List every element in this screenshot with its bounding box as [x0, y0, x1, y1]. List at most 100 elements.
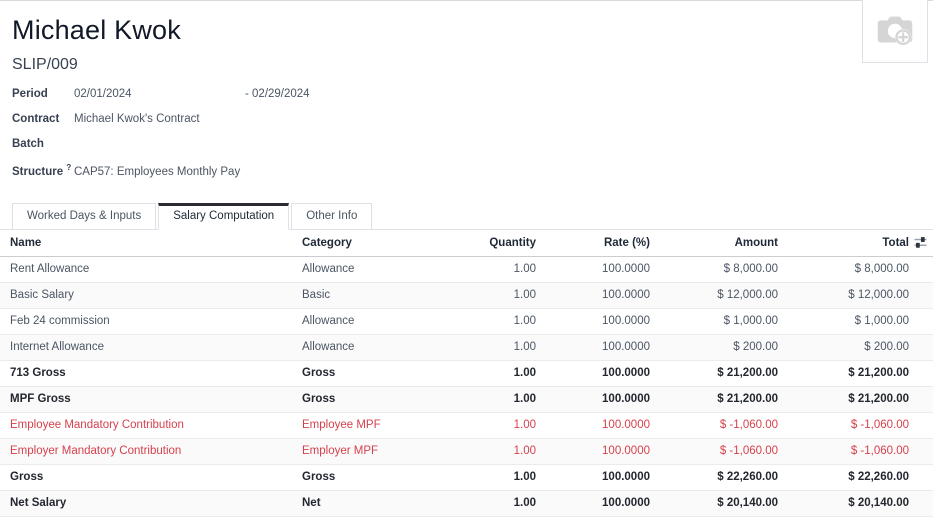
salary-line-row[interactable]: Employee Mandatory Contribution Employee…: [0, 412, 933, 438]
field-group: Period 02/01/2024 - 02/29/2024 Contract …: [12, 88, 921, 188]
cell-category: Employer MPF: [292, 438, 458, 464]
salary-computation-table: Name Category Quantity Rate (%) Amount T…: [0, 230, 933, 523]
cell-amount: $ 22,260.00: [652, 464, 780, 490]
cell-rate: 100.0000: [538, 308, 652, 334]
cell-quantity: 1.00: [458, 516, 538, 523]
cell-spacer: [911, 516, 933, 523]
cell-amount: $ 21,200.00: [652, 386, 780, 412]
cell-amount: $ 200.00: [652, 334, 780, 360]
cell-name[interactable]: MPF Gross: [0, 386, 292, 412]
tab-salary-computation[interactable]: Salary Computation: [158, 203, 289, 230]
contract-label: Contract: [12, 113, 74, 125]
cell-category: Gross: [292, 386, 458, 412]
camera-plus-icon: [872, 7, 918, 53]
cell-spacer: [911, 360, 933, 386]
salary-line-row[interactable]: 713 Gross Gross 1.00 100.0000 $ 21,200.0…: [0, 360, 933, 386]
cell-rate: 100.0000: [538, 516, 652, 523]
salary-table-body: Rent Allowance Allowance 1.00 100.0000 $…: [0, 256, 933, 523]
cell-quantity: 1.00: [458, 256, 538, 282]
salary-line-row[interactable]: Basic Salary Basic 1.00 100.0000 $ 12,00…: [0, 282, 933, 308]
cell-total: $ 12,000.00: [780, 282, 911, 308]
optional-columns-toggle-icon[interactable]: [914, 236, 927, 249]
cell-category: Autopay: [292, 516, 458, 523]
cell-amount: $ 1,000.00: [652, 308, 780, 334]
salary-line-row[interactable]: Internet Allowance Allowance 1.00 100.00…: [0, 334, 933, 360]
salary-line-row[interactable]: Gross Gross 1.00 100.0000 $ 22,260.00 $ …: [0, 464, 933, 490]
period-to-input[interactable]: - 02/29/2024: [245, 88, 310, 100]
cell-quantity: 1.00: [458, 438, 538, 464]
cell-amount: $ 20,140.00: [652, 516, 780, 523]
cell-name[interactable]: Employer Mandatory Contribution: [0, 438, 292, 464]
optional-columns-header: [911, 230, 933, 256]
cell-name[interactable]: Net Salary: [0, 490, 292, 516]
cell-rate: 100.0000: [538, 256, 652, 282]
cell-name[interactable]: Internet Allowance: [0, 334, 292, 360]
cell-name[interactable]: Rent Allowance: [0, 256, 292, 282]
cell-total: $ 20,140.00: [780, 490, 911, 516]
col-header-total[interactable]: Total: [780, 230, 911, 256]
period-from-input[interactable]: 02/01/2024: [74, 88, 245, 100]
col-header-name[interactable]: Name: [0, 230, 292, 256]
salary-line-row[interactable]: Monthly End Autopay Autopay 1.00 100.000…: [0, 516, 933, 523]
salary-line-row[interactable]: Feb 24 commission Allowance 1.00 100.000…: [0, 308, 933, 334]
field-structure: Structure ? CAP57: Employees Monthly Pay: [12, 163, 921, 188]
notebook-tabs: Worked Days & Inputs Salary Computation …: [0, 200, 933, 230]
cell-rate: 100.0000: [538, 334, 652, 360]
tab-worked-days-inputs[interactable]: Worked Days & Inputs: [12, 203, 156, 230]
period-label: Period: [12, 88, 74, 100]
salary-line-row[interactable]: MPF Gross Gross 1.00 100.0000 $ 21,200.0…: [0, 386, 933, 412]
cell-quantity: 1.00: [458, 386, 538, 412]
structure-input[interactable]: CAP57: Employees Monthly Pay: [74, 166, 240, 178]
cell-category: Net: [292, 490, 458, 516]
salary-line-row[interactable]: Rent Allowance Allowance 1.00 100.0000 $…: [0, 256, 933, 282]
col-header-category[interactable]: Category: [292, 230, 458, 256]
cell-rate: 100.0000: [538, 386, 652, 412]
structure-label: Structure ?: [12, 163, 74, 178]
cell-name[interactable]: Gross: [0, 464, 292, 490]
cell-rate: 100.0000: [538, 360, 652, 386]
salary-line-row[interactable]: Employer Mandatory Contribution Employer…: [0, 438, 933, 464]
cell-quantity: 1.00: [458, 334, 538, 360]
cell-spacer: [911, 282, 933, 308]
cell-name[interactable]: Basic Salary: [0, 282, 292, 308]
cell-amount: $ 21,200.00: [652, 360, 780, 386]
employee-photo-upload[interactable]: [862, 0, 928, 63]
cell-total: $ 21,200.00: [780, 386, 911, 412]
cell-total: $ 22,260.00: [780, 464, 911, 490]
cell-quantity: 1.00: [458, 308, 538, 334]
cell-total: $ 1,000.00: [780, 308, 911, 334]
cell-amount: $ -1,060.00: [652, 438, 780, 464]
cell-category: Allowance: [292, 256, 458, 282]
col-header-rate[interactable]: Rate (%): [538, 230, 652, 256]
field-batch: Batch: [12, 138, 921, 163]
cell-amount: $ 8,000.00: [652, 256, 780, 282]
cell-rate: 100.0000: [538, 282, 652, 308]
cell-amount: $ 20,140.00: [652, 490, 780, 516]
salary-line-row[interactable]: Net Salary Net 1.00 100.0000 $ 20,140.00…: [0, 490, 933, 516]
field-contract: Contract Michael Kwok's Contract: [12, 113, 921, 138]
cell-quantity: 1.00: [458, 464, 538, 490]
cell-category: Gross: [292, 464, 458, 490]
col-header-quantity[interactable]: Quantity: [458, 230, 538, 256]
cell-amount: $ -1,060.00: [652, 412, 780, 438]
cell-name[interactable]: Employee Mandatory Contribution: [0, 412, 292, 438]
payslip-form: Michael Kwok SLIP/009 Period 02/01/2024 …: [0, 1, 933, 523]
help-marker-icon: ?: [66, 163, 71, 172]
batch-label: Batch: [12, 138, 74, 150]
cell-name[interactable]: Monthly End Autopay: [0, 516, 292, 523]
tab-other-info[interactable]: Other Info: [291, 203, 372, 230]
cell-name[interactable]: Feb 24 commission: [0, 308, 292, 334]
cell-quantity: 1.00: [458, 360, 538, 386]
cell-spacer: [911, 438, 933, 464]
cell-rate: 100.0000: [538, 490, 652, 516]
cell-spacer: [911, 386, 933, 412]
slip-reference: SLIP/009: [12, 56, 921, 74]
cell-rate: 100.0000: [538, 412, 652, 438]
cell-total: $ 21,200.00: [780, 360, 911, 386]
cell-spacer: [911, 334, 933, 360]
cell-category: Gross: [292, 360, 458, 386]
contract-input[interactable]: Michael Kwok's Contract: [74, 113, 200, 125]
col-header-amount[interactable]: Amount: [652, 230, 780, 256]
cell-total: $ -1,060.00: [780, 412, 911, 438]
cell-name[interactable]: 713 Gross: [0, 360, 292, 386]
